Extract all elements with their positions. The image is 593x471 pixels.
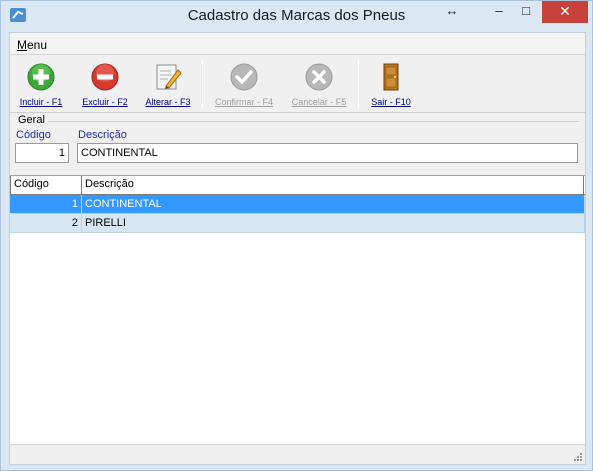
marcas-grid[interactable]: Código Descrição 1 CONTINENTAL 2 PIRELLI [10,175,585,444]
edit-document-icon [156,64,182,90]
menu-item-menu[interactable]: Menu [17,38,47,52]
table-row[interactable]: 2 PIRELLI [10,214,585,233]
status-bar [10,444,585,464]
maximize-button[interactable]: □ [513,1,539,23]
cell-codigo: 1 [10,195,82,214]
minus-circle-icon [91,63,119,91]
toolbar: Incluir - F1 Excluir - F2 Alterar - F3 C… [10,56,585,113]
cancelar-button[interactable]: Cancelar - F5 [287,58,351,110]
minimize-button[interactable]: – [486,1,512,23]
confirmar-button[interactable]: Confirmar - F4 [211,58,277,110]
group-divider [48,121,579,122]
resize-grip-icon[interactable] [572,451,582,461]
cell-descricao: CONTINENTAL [82,195,585,214]
x-circle-icon [305,63,333,91]
app-window: Cadastro das Marcas dos Pneus ↔ – □ ✕ Me… [0,0,593,471]
menu-bar: Menu [10,33,585,55]
plus-circle-icon [27,63,55,91]
cell-codigo: 2 [10,214,82,233]
toolbar-separator [202,60,203,108]
resize-icon[interactable]: ↔ [439,1,465,23]
grid-header: Código Descrição [10,176,585,195]
client-area: Menu Incluir - F1 Excluir - F2 Alterar -… [9,32,586,465]
alterar-button[interactable]: Alterar - F3 [142,58,194,110]
check-circle-icon [230,63,258,91]
group-geral-label: Geral [18,114,45,126]
descricao-label: Descrição [78,129,127,141]
cell-descricao: PIRELLI [82,214,585,233]
excluir-button[interactable]: Excluir - F2 [78,58,132,110]
descricao-field[interactable]: CONTINENTAL [77,143,578,163]
title-bar[interactable]: Cadastro das Marcas dos Pneus ↔ – □ ✕ [1,1,592,31]
incluir-button[interactable]: Incluir - F1 [16,58,66,110]
sair-button[interactable]: Sair - F10 [366,58,416,110]
codigo-label: Código [16,129,51,141]
column-header-codigo[interactable]: Código [10,176,82,194]
toolbar-separator [358,60,359,108]
close-button[interactable]: ✕ [542,1,588,23]
codigo-field[interactable]: 1 [15,143,69,163]
table-row[interactable]: 1 CONTINENTAL [10,195,585,214]
door-icon [383,63,399,91]
column-header-descricao[interactable]: Descrição [82,176,584,194]
